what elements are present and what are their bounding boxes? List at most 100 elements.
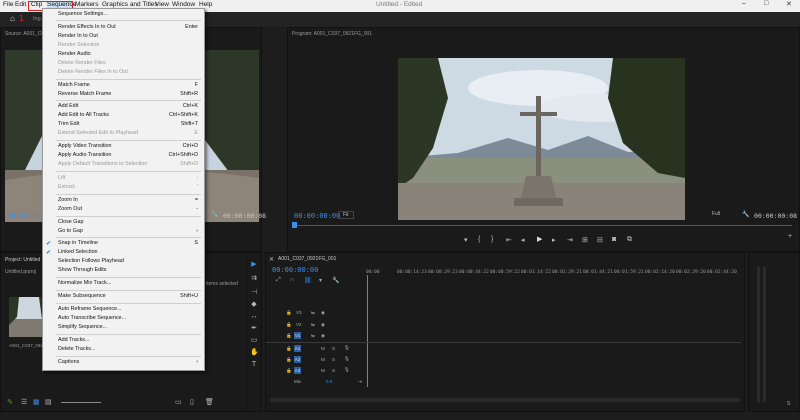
go-to-out-icon[interactable]: ⇥ <box>567 236 573 244</box>
lock-icon[interactable]: 🔒 <box>286 322 292 328</box>
eye-icon[interactable]: ◉ <box>321 333 325 339</box>
pen-tool-icon[interactable]: ✒ <box>250 325 258 333</box>
menu-item-zoom-out[interactable]: Zoom Out - <box>58 206 198 215</box>
new-bin-icon[interactable]: ▭ <box>175 398 182 406</box>
close-icon[interactable]: ✕ <box>786 0 792 8</box>
menu-item-add-tracks[interactable]: Add Tracks... <box>58 337 198 346</box>
go-to-in-icon[interactable]: ⇤ <box>506 236 512 244</box>
add-marker-icon[interactable]: ▾ <box>464 236 468 244</box>
freeform-view-icon[interactable]: ▤ <box>45 398 52 406</box>
mute-button[interactable]: M <box>321 368 325 373</box>
solo-button[interactable]: S <box>332 346 335 351</box>
slip-tool-icon[interactable]: ↔ <box>250 313 258 321</box>
zoom-fit-dropdown[interactable]: Fit <box>338 211 354 219</box>
extract-icon[interactable]: ⊟ <box>597 236 603 244</box>
snap-icon[interactable]: ∩ <box>290 277 294 283</box>
lock-icon[interactable]: 🔒 <box>286 333 292 339</box>
solo-button[interactable]: S <box>332 357 335 362</box>
export-frame-icon[interactable]: ◙ <box>612 236 616 243</box>
zoom-slider[interactable] <box>61 402 101 403</box>
new-item-icon[interactable]: ▯ <box>190 398 194 406</box>
play-icon[interactable]: ▶ <box>537 235 542 243</box>
menu-item-go-to-gap[interactable]: Go to Gap › <box>58 228 198 237</box>
nest-toggle-icon[interactable]: ⤢ <box>276 277 281 284</box>
mute-button[interactable]: M <box>321 346 325 351</box>
add-marker-icon[interactable]: ▾ <box>319 277 322 284</box>
mute-button[interactable]: M <box>321 357 325 362</box>
menu-item-match-frame[interactable]: Match Frame F <box>58 82 198 91</box>
track-a1-target[interactable]: A1 <box>294 345 301 352</box>
workspace-tab[interactable]: Ing <box>33 16 41 22</box>
program-monitor-title[interactable]: Program: A001_C037_0921FG_001 <box>292 31 372 37</box>
minimize-icon[interactable]: – <box>742 0 746 7</box>
home-icon[interactable]: ⌂ <box>10 14 15 23</box>
menu-item-add-edit[interactable]: Add Edit Ctrl+K <box>58 103 198 112</box>
menu-item-selection-follows-playhead[interactable]: Selection Follows Playhead <box>58 258 198 267</box>
hand-tool-icon[interactable]: ✋ <box>250 349 259 357</box>
sync-lock-icon[interactable]: ⇆ <box>311 333 315 339</box>
playhead[interactable] <box>367 275 368 387</box>
microphone-icon[interactable]: 🎙 <box>344 356 350 362</box>
menu-item-make-subsequence[interactable]: Make Subsequence Shift+U <box>58 293 198 302</box>
menu-markers[interactable]: Markers <box>75 1 98 8</box>
go-to-end-icon[interactable]: ⇥ <box>358 379 362 385</box>
menu-item-auto-transcribe-sequence[interactable]: Auto Transcribe Sequence... <box>58 315 198 324</box>
menu-item-trim-edit[interactable]: Trim Edit Shift+T <box>58 121 198 130</box>
menu-item-sequence-settings[interactable]: Sequence Settings... <box>58 11 198 20</box>
menu-graphics-and-titles[interactable]: Graphics and Titles <box>102 1 158 8</box>
add-button-icon[interactable]: + <box>788 233 792 240</box>
wrench-icon[interactable]: 🔧 <box>742 211 749 218</box>
mark-out-icon[interactable]: } <box>491 236 493 243</box>
icon-view-icon[interactable]: ▦ <box>33 398 40 406</box>
menu-item-render-effects-in-to-out[interactable]: Render Effects In to Out Enter <box>58 24 198 33</box>
wrench-icon[interactable]: 🔧 <box>211 211 218 218</box>
track-v1-target[interactable]: V1 <box>294 332 301 339</box>
menu-item-captions[interactable]: Captions › <box>58 359 198 368</box>
ripple-edit-tool-icon[interactable]: ⊣ <box>250 289 258 297</box>
step-back-icon[interactable]: ◂ <box>521 236 525 244</box>
resolution-dropdown[interactable]: Full <box>712 211 720 217</box>
track-a3-target[interactable]: A3 <box>294 367 301 374</box>
menu-item-normalize-mix-track[interactable]: Normalize Mix Track... <box>58 280 198 289</box>
menu-item-snap-in-timeline[interactable]: Snap in Timeline S <box>58 240 198 249</box>
menu-item-delete-tracks[interactable]: Delete Tracks... <box>58 346 198 355</box>
maximize-icon[interactable]: □ <box>764 0 768 7</box>
program-playhead[interactable] <box>292 222 297 228</box>
lock-icon[interactable]: 🔒 <box>286 310 292 316</box>
sync-lock-icon[interactable]: ⇆ <box>311 322 315 328</box>
microphone-icon[interactable]: 🎙 <box>344 367 350 373</box>
track-a2-target[interactable]: A2 <box>294 356 301 363</box>
solo-button[interactable]: S <box>787 401 790 407</box>
lift-icon[interactable]: ⊞ <box>582 236 588 244</box>
menu-item-simplify-sequence[interactable]: Simplify Sequence... <box>58 324 198 333</box>
menu-item-close-gap[interactable]: Close Gap <box>58 219 198 228</box>
menu-window[interactable]: Window <box>172 1 195 8</box>
step-forward-icon[interactable]: ▸ <box>552 236 556 244</box>
eye-icon[interactable]: ◉ <box>321 322 325 328</box>
menu-item-linked-selection[interactable]: Linked Selection <box>58 249 198 258</box>
sync-lock-icon[interactable]: ⇆ <box>311 310 315 316</box>
menu-item-show-through-edits[interactable]: Show Through Edits <box>58 267 198 276</box>
menu-item-apply-video-transition[interactable]: Apply Video Transition Ctrl+D <box>58 143 198 152</box>
lock-icon[interactable]: 🔒 <box>286 346 292 352</box>
track-select-tool-icon[interactable]: ⇉ <box>250 275 258 283</box>
menu-view[interactable]: View <box>155 1 169 8</box>
menu-file[interactable]: File <box>3 1 13 8</box>
menu-item-reverse-match-frame[interactable]: Reverse Match Frame Shift+R <box>58 91 198 100</box>
timeline-tab[interactable]: A001_C037_0921FG_001 <box>278 256 336 262</box>
close-tab-icon[interactable]: ✕ <box>269 256 274 263</box>
program-scrubber[interactable] <box>292 225 792 226</box>
solo-button[interactable]: S <box>332 368 335 373</box>
microphone-icon[interactable]: 🎙 <box>344 345 350 351</box>
time-ruler[interactable]: 00:00 00:00:14:23 00:00:29:23 00:00:44:22 00… <box>366 270 741 278</box>
razor-tool-icon[interactable]: ◆ <box>250 301 258 309</box>
type-tool-icon[interactable]: T <box>250 361 258 369</box>
menu-item-zoom-in[interactable]: Zoom In = <box>58 197 198 206</box>
list-view-icon[interactable]: ☰ <box>21 398 27 406</box>
lock-icon[interactable]: 🔒 <box>286 368 292 374</box>
pencil-icon[interactable]: ✎ <box>7 398 13 406</box>
menu-item-add-edit-to-all-tracks[interactable]: Add Edit to All Tracks Ctrl+Shift+K <box>58 112 198 121</box>
menu-edit[interactable]: Edit <box>15 1 26 8</box>
project-panel-title[interactable]: Project: Untitled <box>5 257 40 263</box>
mark-in-icon[interactable]: { <box>478 236 480 243</box>
